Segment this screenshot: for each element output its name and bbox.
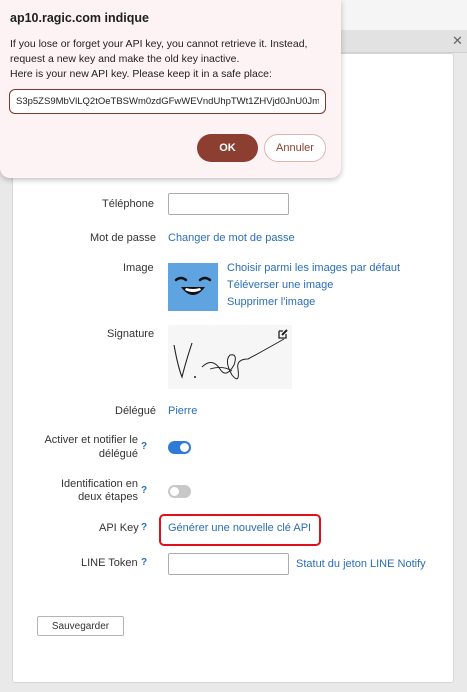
line-notify-status-link[interactable]: Statut du jeton LINE Notify (296, 558, 426, 570)
image-label: Image (123, 262, 154, 274)
telephone-label: Téléphone (102, 198, 154, 210)
line-token-input[interactable] (168, 553, 289, 575)
delegate-value-link[interactable]: Pierre (168, 405, 197, 417)
dialog-message-line: request a new key and make the old key i… (10, 53, 240, 65)
api-key-label: API Key (99, 522, 139, 534)
help-icon[interactable]: ? (141, 522, 147, 533)
two-factor-toggle[interactable] (168, 485, 191, 498)
dialog-message-line: Here is your new API key. Please keep it… (10, 68, 272, 80)
toggle-knob (170, 487, 179, 496)
avatar[interactable] (168, 263, 218, 311)
save-button[interactable]: Sauvegarder (37, 616, 124, 636)
signature-image[interactable] (168, 325, 292, 389)
upload-image-link[interactable]: Téléverser une image (227, 279, 333, 291)
change-password-link[interactable]: Changer de mot de passe (168, 232, 295, 244)
api-key-field[interactable] (9, 89, 326, 114)
help-icon[interactable]: ? (141, 485, 147, 496)
close-icon[interactable]: ✕ (452, 33, 463, 49)
help-icon[interactable]: ? (141, 441, 147, 452)
dialog-message-line: If you lose or forget your API key, you … (10, 38, 308, 50)
dialog-title: ap10.ragic.com indique (10, 11, 149, 25)
two-factor-label-line1: Identification en (60, 478, 138, 490)
highlight-box (159, 514, 321, 546)
edit-pencil-icon[interactable] (277, 328, 289, 340)
delegate-label: Délégué (115, 405, 156, 417)
telephone-input[interactable] (168, 193, 289, 215)
api-key-dialog: ap10.ragic.com indique If you lose or fo… (0, 0, 341, 178)
line-token-label: LINE Token (81, 557, 138, 569)
password-label: Mot de passe (90, 232, 157, 244)
choose-default-image-link[interactable]: Choisir parmi les images par défaut (227, 262, 400, 274)
window-title-bar (330, 30, 467, 53)
ok-button[interactable]: OK (197, 134, 258, 162)
toggle-knob (180, 443, 189, 452)
notify-delegate-toggle[interactable] (168, 441, 191, 454)
two-factor-label-line2: deux étapes (78, 491, 138, 503)
notify-delegate-label-line1: Activer et notifier le (44, 434, 138, 446)
help-icon[interactable]: ? (141, 557, 147, 568)
signature-label: Signature (107, 328, 155, 340)
signature-drawing (173, 338, 285, 380)
delete-image-link[interactable]: Supprimer l'image (227, 296, 315, 308)
smiley-face-icon (174, 276, 212, 295)
notify-delegate-label-line2: délégué (98, 448, 138, 460)
cancel-button[interactable]: Annuler (264, 134, 326, 162)
